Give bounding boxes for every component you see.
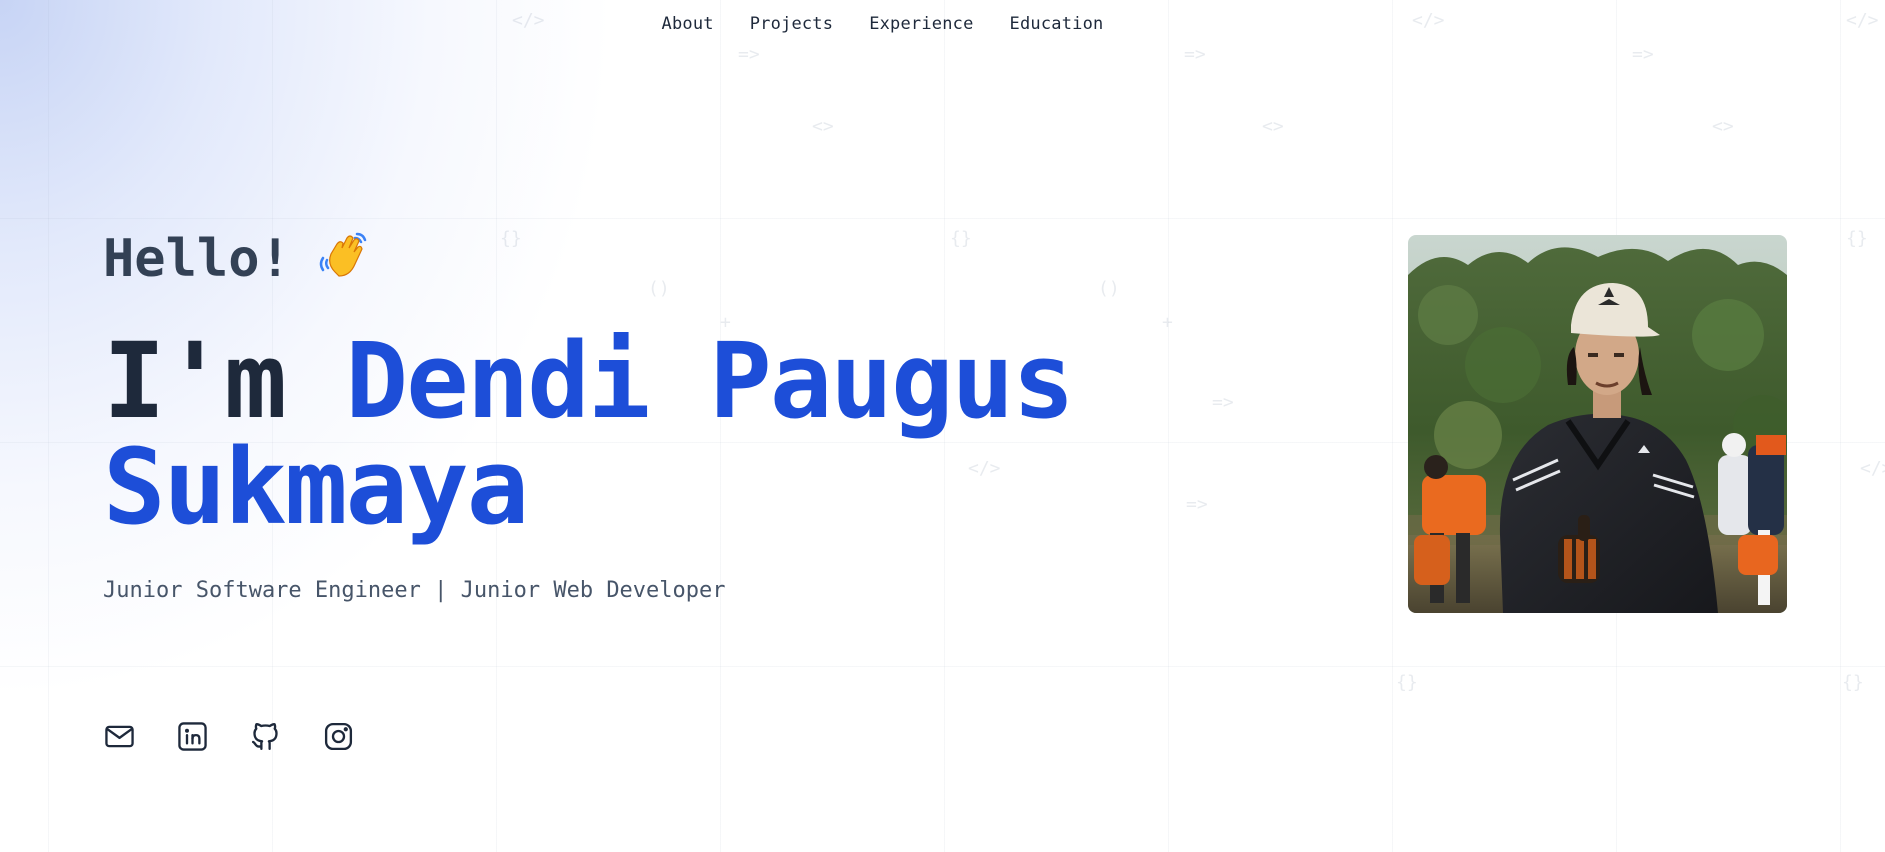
hero-name: I'm Dendi Paugus Sukmaya [103, 328, 1075, 540]
social-links [103, 720, 355, 753]
nav-about[interactable]: About [662, 14, 714, 34]
profile-photo [1408, 235, 1787, 613]
nav-experience[interactable]: Experience [869, 14, 973, 34]
name-prefix: I'm [103, 320, 287, 442]
top-nav: About Projects Experience Education [0, 14, 1885, 34]
github-icon[interactable] [249, 720, 282, 753]
job-title: Junior Software Engineer | Junior Web De… [103, 578, 726, 603]
nav-projects[interactable]: Projects [750, 14, 833, 34]
hero-section: Hello! I'm Dendi Paugus Sukmaya Junior S… [103, 228, 1075, 603]
mail-icon[interactable] [103, 720, 136, 753]
linkedin-icon[interactable] [176, 720, 209, 753]
nav-education[interactable]: Education [1010, 14, 1104, 34]
greeting: Hello! [103, 228, 1073, 290]
greeting-text: Hello! [103, 229, 291, 289]
waving-hand-icon [317, 228, 371, 290]
instagram-icon[interactable] [322, 720, 355, 753]
name-last: Sukmaya [103, 426, 529, 548]
name-first: Dendi Paugus [345, 320, 1074, 442]
